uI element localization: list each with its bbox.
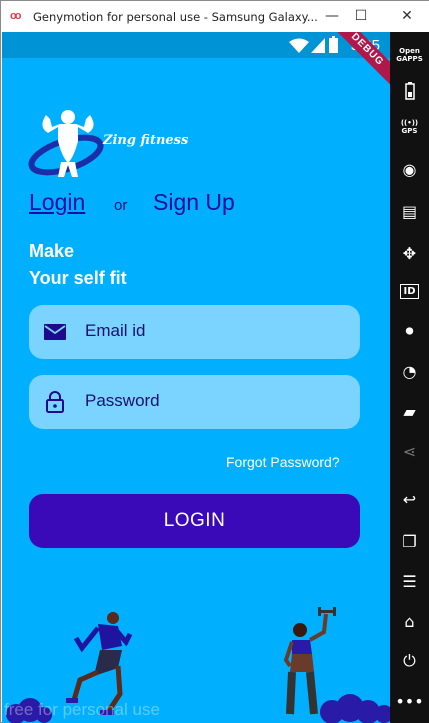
watermark: free for personal use [4,700,160,719]
headline-line-1: Make [29,241,75,261]
login-button[interactable]: LOGIN [29,494,360,548]
clapperboard-icon[interactable]: ▤ [390,196,429,226]
battery-shape [404,82,415,100]
opengapps-label: Open GAPPS [396,47,423,63]
tab-login[interactable]: Login [29,189,85,216]
more-icon[interactable]: ••• [390,686,429,716]
lock-icon [46,391,64,413]
share-icon[interactable]: ⋖ [390,436,429,466]
password-placeholder: Password [85,391,160,410]
headline: Make Your self fit [29,238,127,292]
headline-line-2: Your self fit [29,268,127,288]
menu-icon[interactable]: ☰ [390,566,429,596]
media-icon[interactable]: ⏺ [390,316,429,346]
emulator-window: oo Genymotion for personal use - Samsung… [0,0,429,723]
bush-right-icon [320,694,390,723]
battery-status-icon [329,36,338,53]
gps-label: ((•)) GPS [400,119,419,135]
back-icon[interactable]: ↩ [390,484,429,514]
status-bar: 5:05 DEBUG [2,32,390,88]
emulator-toolbar: Open GAPPS ((•)) GPS ◉ ▤ ✥ ID ⏺ ◔ ▰ ⋖ ↩ ❐ … [390,32,429,723]
tab-signup[interactable]: Sign Up [153,189,235,216]
rss-icon[interactable]: ◔ [390,356,429,386]
battery-icon[interactable] [390,76,429,106]
power-icon[interactable]: ⏻ [390,646,429,676]
genymotion-logo-icon: oo [10,10,22,22]
window-title: Genymotion for personal use - Samsung Ga… [33,10,318,24]
android-screen: 5:05 DEBUG Zing fitness Login or Sign Up… [2,32,390,723]
password-field[interactable]: Password [29,375,360,429]
minimize-button[interactable]: — [318,6,346,26]
close-button[interactable]: ✕ [393,6,421,26]
move-icon[interactable]: ✥ [390,238,429,268]
recent-apps-icon[interactable]: ❐ [390,526,429,556]
brand-name: Zing fitness [103,133,189,148]
id-label: ID [400,283,419,299]
forgot-password-link[interactable]: Forgot Password? [226,454,340,470]
webcam-icon[interactable]: ◉ [390,154,429,184]
maximize-button[interactable]: ☐ [347,6,375,26]
tab-separator: or [114,197,128,214]
id-icon[interactable]: ID [390,276,429,306]
debug-banner: DEBUG [329,32,390,88]
dumbbell-woman-figure-icon [283,607,336,715]
home-icon[interactable]: ⌂ [390,606,429,636]
app-logo [28,107,108,182]
sms-icon[interactable]: ▰ [390,396,429,426]
bodybuilder-logo-icon [28,110,104,177]
title-bar: oo Genymotion for personal use - Samsung… [1,1,429,32]
opengapps-icon[interactable]: Open GAPPS [390,40,429,70]
email-placeholder: Email id [85,321,146,340]
signal-icon [311,38,325,53]
email-field[interactable]: Email id [29,305,360,359]
gps-icon[interactable]: ((•)) GPS [390,112,429,142]
mail-icon [44,324,66,340]
wifi-icon [289,38,309,53]
